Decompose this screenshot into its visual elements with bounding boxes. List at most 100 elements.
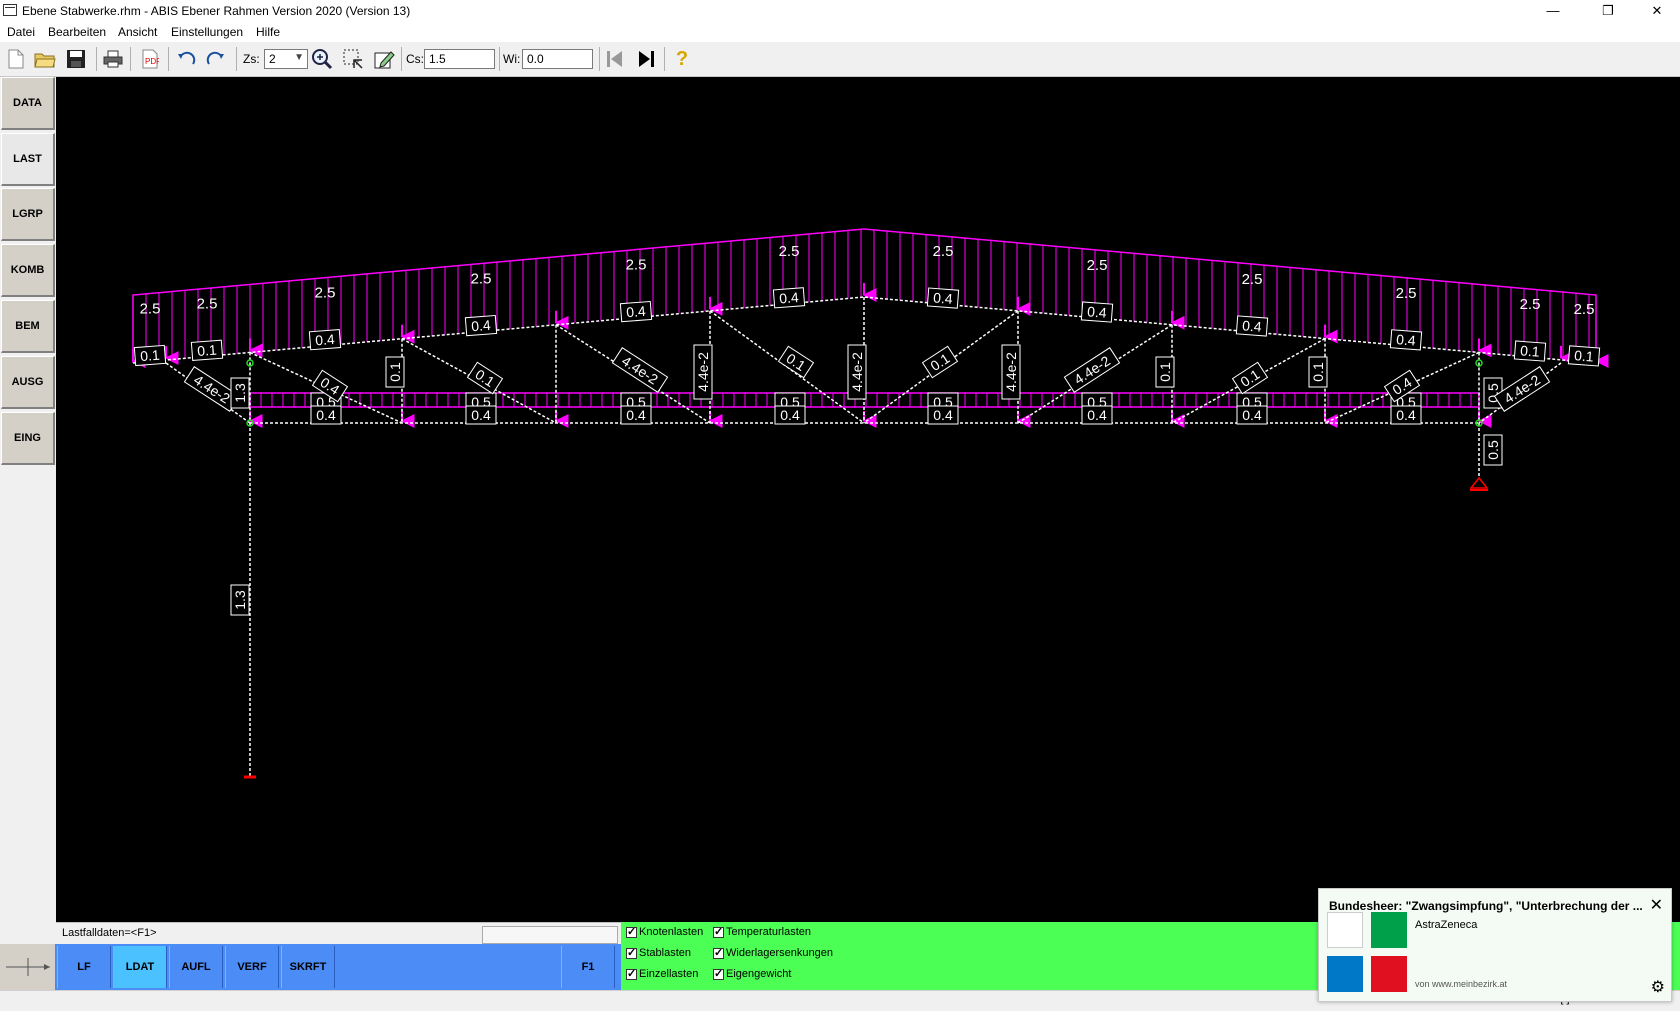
notification-title[interactable]: Bundesheer: "Zwangsimpfung", "Unterbrech… bbox=[1329, 899, 1643, 913]
top-load-label: 2.5 bbox=[1242, 271, 1263, 288]
top-load-label: 2.5 bbox=[1087, 257, 1108, 274]
bottom-chord-label-text: 0.4 bbox=[316, 407, 336, 423]
news-notification[interactable]: Bundesheer: "Zwangsimpfung", "Unterbrech… bbox=[1318, 888, 1672, 1002]
top-load-label: 2.5 bbox=[779, 243, 800, 260]
minimize-button[interactable]: — bbox=[1530, 0, 1576, 22]
vertical-label-text: 4.4e-2 bbox=[695, 352, 711, 392]
checkbox-einzellasten[interactable]: Einzellasten bbox=[626, 967, 698, 980]
print-icon[interactable] bbox=[101, 47, 125, 71]
wi-input[interactable] bbox=[522, 49, 593, 69]
checkbox-knotenlasten[interactable]: Knotenlasten bbox=[626, 925, 703, 938]
edit-icon[interactable] bbox=[372, 47, 396, 71]
save-icon[interactable] bbox=[64, 47, 88, 71]
sidebar-item-last[interactable]: LAST bbox=[1, 133, 55, 186]
bottom-button-aufl[interactable]: AUFL bbox=[169, 946, 223, 988]
sidebar: DATA LAST LGRP KOMB BEM AUSG EING bbox=[0, 77, 56, 942]
vertical-label: 4.4e-2 bbox=[693, 344, 713, 400]
notification-image-red bbox=[1371, 956, 1407, 992]
notification-source: von www.meinbezirk.at bbox=[1415, 979, 1508, 989]
menu-hilfe[interactable]: Hilfe bbox=[256, 25, 280, 39]
bottom-chord-label: 0.4 bbox=[774, 405, 806, 425]
top-chord-label: 0.4 bbox=[464, 314, 498, 337]
bottom-bar: LF LDAT AUFL VERF SKRFT F1 bbox=[0, 944, 621, 990]
pinned-support bbox=[1469, 476, 1489, 489]
top-load-label: 2.5 bbox=[140, 300, 161, 317]
pdf-export-icon[interactable]: PDF bbox=[138, 47, 162, 71]
diagonal-label: 4.4e-2 bbox=[1063, 347, 1121, 393]
menu-bearbeiten[interactable]: Bearbeiten bbox=[48, 25, 106, 39]
bottom-chord-label: 0.4 bbox=[1081, 405, 1113, 425]
diagonal-label: 0.1 bbox=[777, 345, 815, 379]
top-chord-label-text: 0.1 bbox=[1520, 342, 1541, 359]
bottom-chord-label: 0.4 bbox=[465, 405, 497, 425]
sidebar-item-bem[interactable]: BEM bbox=[1, 300, 55, 353]
bottom-chord-label: 0.4 bbox=[927, 405, 959, 425]
select-region-icon[interactable] bbox=[341, 47, 365, 71]
restore-button[interactable]: ❐ bbox=[1585, 0, 1631, 22]
wi-label: Wi: bbox=[503, 52, 521, 66]
close-button[interactable]: ✕ bbox=[1634, 0, 1680, 22]
help-icon[interactable]: ? bbox=[670, 47, 694, 71]
sidebar-item-komb[interactable]: KOMB bbox=[1, 244, 55, 297]
bottom-chord-label-text: 0.4 bbox=[933, 407, 953, 423]
bottom-button-f1[interactable]: F1 bbox=[561, 946, 615, 988]
vertical-label: 4.4e-2 bbox=[1001, 344, 1021, 400]
cs-input[interactable] bbox=[424, 49, 495, 69]
top-chord-label: 0.4 bbox=[1389, 329, 1423, 351]
top-chord-label-text: 0.1 bbox=[197, 342, 218, 359]
checkbox-eigengewicht[interactable]: Eigengewicht bbox=[713, 967, 791, 980]
close-icon[interactable]: ✕ bbox=[1650, 895, 1663, 915]
previous-icon[interactable] bbox=[603, 47, 627, 71]
bottom-chord-label: 0.4 bbox=[1236, 405, 1268, 425]
notification-image-green bbox=[1371, 912, 1407, 948]
checkbox-stablasten[interactable]: Stablasten bbox=[626, 946, 691, 959]
gear-icon[interactable]: ⚙ bbox=[1651, 977, 1665, 997]
notification-image-white bbox=[1327, 912, 1363, 948]
menu-einstellungen[interactable]: Einstellungen bbox=[171, 25, 243, 39]
status-text: Lastfalldaten=<F1> bbox=[62, 927, 157, 939]
notification-image-blue bbox=[1327, 956, 1363, 992]
zoom-icon[interactable] bbox=[310, 47, 334, 71]
sidebar-item-eing[interactable]: EING bbox=[1, 412, 55, 465]
new-file-icon[interactable] bbox=[4, 47, 28, 71]
bottom-button-lf[interactable]: LF bbox=[57, 946, 111, 988]
bottom-chord-label-text: 0.4 bbox=[1087, 407, 1107, 423]
undo-icon[interactable] bbox=[174, 47, 198, 71]
drawing-canvas[interactable]: 2.5 2.5 2.5 2.5 2.5 2.5 2.5 2.5 2.5 2.5 2.5 2.5 0.1 0… bbox=[56, 77, 1680, 922]
sidebar-item-lgrp[interactable]: LGRP bbox=[1, 188, 55, 241]
bottom-chord-label-text: 0.4 bbox=[471, 407, 491, 423]
vertical-label: 0.1 bbox=[385, 356, 405, 388]
diagonal-label: 4.4e-2 bbox=[611, 347, 669, 393]
menu-datei[interactable]: Datei bbox=[7, 25, 35, 39]
app-icon bbox=[3, 4, 17, 16]
checkbox-temperaturlasten[interactable]: Temperaturlasten bbox=[713, 925, 811, 938]
top-chord-label: 0.4 bbox=[308, 329, 342, 351]
crosshair-handle[interactable] bbox=[0, 944, 56, 990]
chevron-down-icon: ▼ bbox=[294, 52, 304, 63]
column-label-text: 1.3 bbox=[232, 590, 248, 610]
menu-bar: Datei Bearbeiten Ansicht Einstellungen H… bbox=[0, 22, 1680, 42]
menu-ansicht[interactable]: Ansicht bbox=[118, 25, 157, 39]
top-chord-label-text: 0.1 bbox=[140, 347, 161, 364]
bottom-chord-label: 0.4 bbox=[1390, 405, 1422, 425]
top-chord-label: 0.4 bbox=[926, 287, 960, 309]
open-folder-icon[interactable] bbox=[33, 47, 57, 71]
bottom-button-verf[interactable]: VERF bbox=[225, 946, 279, 988]
vertical-label-text: 4.4e-2 bbox=[1003, 352, 1019, 392]
top-load-label: 2.5 bbox=[626, 257, 647, 274]
bottom-button-ldat[interactable]: LDAT bbox=[113, 946, 167, 988]
sidebar-item-data[interactable]: DATA bbox=[1, 77, 55, 130]
checkbox-widerlagersenkungen[interactable]: Widerlagersenkungen bbox=[713, 946, 833, 959]
top-load-label: 2.5 bbox=[315, 285, 336, 302]
bottom-chord-label-text: 0.4 bbox=[780, 407, 800, 423]
title-bar: Ebene Stabwerke.rhm - ABIS Ebener Rahmen… bbox=[0, 0, 1680, 22]
top-chord-label-text: 0.4 bbox=[315, 331, 336, 348]
bottom-button-skrft[interactable]: SKRFT bbox=[281, 946, 335, 988]
top-chord-label-text: 0.4 bbox=[1396, 331, 1417, 348]
sidebar-item-ausg[interactable]: AUSG bbox=[1, 356, 55, 409]
next-icon[interactable] bbox=[634, 47, 658, 71]
window-title: Ebene Stabwerke.rhm - ABIS Ebener Rahmen… bbox=[22, 4, 411, 18]
vertical-label: 0.1 bbox=[1155, 356, 1175, 388]
zs-select[interactable]: 2 ▼ bbox=[264, 49, 308, 69]
redo-icon[interactable] bbox=[204, 47, 228, 71]
